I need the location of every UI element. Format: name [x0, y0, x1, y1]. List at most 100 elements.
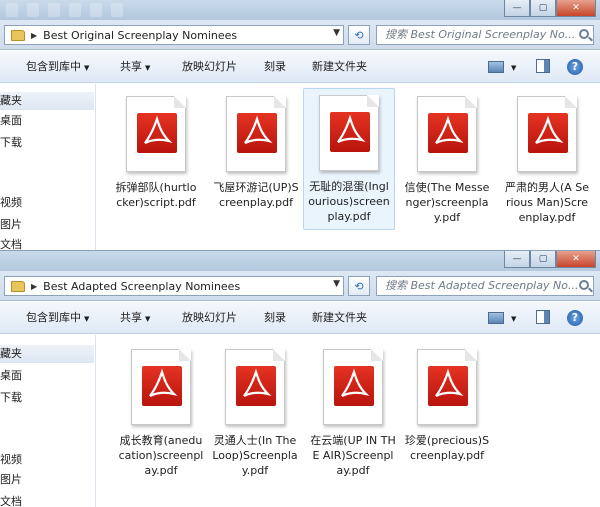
navigation-pane: 藏夹 桌面 下载 视频 图片 文档	[0, 84, 96, 250]
address-row: ▶ Best Original Screenplay Nominees ▼ ⟲ …	[0, 20, 600, 50]
file-item[interactable]: 灵通人士(In The Loop)Screenplay.pdf	[209, 343, 301, 478]
slideshow-button[interactable]: 放映幻灯片	[182, 51, 237, 83]
preview-pane-icon[interactable]	[536, 59, 550, 73]
nav-item-favorites[interactable]: 藏夹	[0, 92, 94, 110]
include-in-library-button[interactable]: 包含到库中 ▼	[26, 51, 89, 83]
file-list: 拆弹部队(hurtlocker)script.pdf 飞屋环游记(UP)Scre…	[97, 84, 600, 250]
file-item[interactable]: 成长教育(aneducation)screenplay.pdf	[115, 343, 207, 478]
include-in-library-label: 包含到库中	[26, 311, 81, 324]
refresh-button[interactable]: ⟲	[348, 25, 370, 45]
pdf-file-icon	[225, 349, 285, 425]
pdf-file-icon	[517, 96, 577, 172]
address-bar[interactable]: ▶ Best Adapted Screenplay Nominees ▼	[4, 276, 344, 296]
chevron-down-icon: ▼	[145, 315, 151, 323]
help-icon[interactable]: ?	[567, 59, 583, 75]
file-name: 严肃的男人(A Serious Man)Screenplay.pdf	[504, 181, 590, 224]
address-bar[interactable]: ▶ Best Original Screenplay Nominees ▼	[4, 25, 344, 45]
pdf-file-icon	[319, 95, 379, 171]
maximize-button[interactable]: ▢	[530, 0, 556, 17]
share-button[interactable]: 共享 ▼	[120, 51, 150, 83]
nav-item-documents[interactable]: 文档	[0, 493, 22, 507]
pdf-file-icon	[226, 96, 286, 172]
pdf-file-icon	[126, 96, 186, 172]
file-item[interactable]: 拆弹部队(hurtlocker)script.pdf	[110, 90, 202, 210]
nav-item-videos[interactable]: 视频	[0, 451, 22, 469]
breadcrumb-arrow-icon[interactable]: ▶	[31, 282, 37, 291]
pdf-file-icon	[323, 349, 383, 425]
search-input[interactable]: 搜索 Best Adapted Screenplay No...	[376, 276, 594, 296]
view-dropdown-icon[interactable]: ▼	[508, 51, 516, 83]
folder-icon	[11, 280, 25, 292]
nav-item-downloads[interactable]: 下载	[0, 134, 22, 152]
taskbar-strip	[0, 0, 470, 20]
explorer-window-adapted: — ▢ ✕ ▶ Best Adapted Screenplay Nominees…	[0, 250, 600, 507]
search-placeholder: 搜索 Best Adapted Screenplay No...	[385, 279, 579, 292]
address-row: ▶ Best Adapted Screenplay Nominees ▼ ⟲ 搜…	[0, 271, 600, 301]
nav-item-pictures[interactable]: 图片	[0, 471, 22, 489]
breadcrumb[interactable]: Best Original Screenplay Nominees	[43, 29, 237, 42]
navigation-pane: 藏夹 桌面 下载 视频 图片 文档	[0, 335, 96, 507]
close-button[interactable]: ✕	[556, 0, 596, 17]
file-name: 信使(The Messenger)screenplay.pdf	[404, 181, 490, 224]
breadcrumb-arrow-icon[interactable]: ▶	[31, 31, 37, 40]
share-button[interactable]: 共享 ▼	[120, 302, 150, 334]
folder-icon	[11, 29, 25, 41]
file-name: 珍爱(precious)Screenplay.pdf	[404, 434, 490, 462]
view-dropdown-icon[interactable]: ▼	[508, 302, 516, 334]
burn-button[interactable]: 刻录	[264, 51, 286, 83]
nav-item-favorites[interactable]: 藏夹	[0, 345, 94, 363]
help-icon[interactable]: ?	[567, 310, 583, 326]
nav-item-desktop[interactable]: 桌面	[0, 112, 22, 130]
search-input[interactable]: 搜索 Best Original Screenplay No...	[376, 25, 594, 45]
nav-item-desktop[interactable]: 桌面	[0, 367, 22, 385]
file-name: 无耻的混蛋(Inglourious)screenplay.pdf	[308, 180, 390, 223]
window-controls: — ▢ ✕	[504, 0, 596, 18]
preview-pane-icon[interactable]	[536, 310, 550, 324]
command-toolbar: 包含到库中 ▼ 共享 ▼ 放映幻灯片 刻录 新建文件夹 ▼ ?	[0, 302, 600, 334]
minimize-button[interactable]: —	[504, 251, 530, 268]
file-item[interactable]: 信使(The Messenger)screenplay.pdf	[401, 90, 493, 225]
burn-button[interactable]: 刻录	[264, 302, 286, 334]
chevron-down-icon: ▼	[145, 64, 151, 72]
include-in-library-button[interactable]: 包含到库中 ▼	[26, 302, 89, 334]
window-controls: — ▢ ✕	[504, 251, 596, 269]
file-item[interactable]: 严肃的男人(A Serious Man)Screenplay.pdf	[501, 90, 593, 225]
share-label: 共享	[120, 311, 142, 324]
address-dropdown-icon[interactable]: ▼	[333, 279, 340, 289]
new-folder-button[interactable]: 新建文件夹	[312, 302, 367, 334]
nav-item-pictures[interactable]: 图片	[0, 216, 22, 234]
file-name: 成长教育(aneducation)screenplay.pdf	[118, 434, 204, 477]
slideshow-button[interactable]: 放映幻灯片	[182, 302, 237, 334]
title-bar: — ▢ ✕	[0, 251, 600, 271]
file-name: 在云端(UP IN THE AIR)Screenplay.pdf	[310, 434, 396, 477]
pdf-file-icon	[131, 349, 191, 425]
include-in-library-label: 包含到库中	[26, 60, 81, 73]
minimize-button[interactable]: —	[504, 0, 530, 17]
view-icon[interactable]	[488, 312, 504, 324]
refresh-button[interactable]: ⟲	[348, 276, 370, 296]
chevron-down-icon: ▼	[84, 315, 90, 323]
maximize-button[interactable]: ▢	[530, 251, 556, 268]
command-toolbar: 包含到库中 ▼ 共享 ▼ 放映幻灯片 刻录 新建文件夹 ▼ ?	[0, 51, 600, 83]
new-folder-button[interactable]: 新建文件夹	[312, 51, 367, 83]
search-icon[interactable]	[579, 29, 589, 39]
address-dropdown-icon[interactable]: ▼	[333, 28, 340, 38]
file-item[interactable]: 珍爱(precious)Screenplay.pdf	[401, 343, 493, 463]
nav-item-videos[interactable]: 视频	[0, 194, 22, 212]
search-placeholder: 搜索 Best Original Screenplay No...	[385, 28, 576, 41]
file-list: 成长教育(aneducation)screenplay.pdf 灵通人士(In …	[97, 335, 600, 507]
search-icon[interactable]	[579, 280, 589, 290]
breadcrumb[interactable]: Best Adapted Screenplay Nominees	[43, 280, 240, 293]
file-name: 拆弹部队(hurtlocker)script.pdf	[115, 181, 197, 209]
view-icon[interactable]	[488, 61, 504, 73]
chevron-down-icon: ▼	[84, 64, 90, 72]
nav-item-documents[interactable]: 文档	[0, 236, 22, 250]
explorer-window-original: — ▢ ✕ ▶ Best Original Screenplay Nominee…	[0, 0, 600, 250]
close-button[interactable]: ✕	[556, 251, 596, 268]
file-item[interactable]: 飞屋环游记(UP)Screenplay.pdf	[210, 90, 302, 210]
file-name: 飞屋环游记(UP)Screenplay.pdf	[213, 181, 299, 209]
file-item-selected[interactable]: 无耻的混蛋(Inglourious)screenplay.pdf	[303, 88, 395, 230]
file-item[interactable]: 在云端(UP IN THE AIR)Screenplay.pdf	[307, 343, 399, 478]
nav-item-downloads[interactable]: 下载	[0, 389, 22, 407]
pdf-file-icon	[417, 349, 477, 425]
